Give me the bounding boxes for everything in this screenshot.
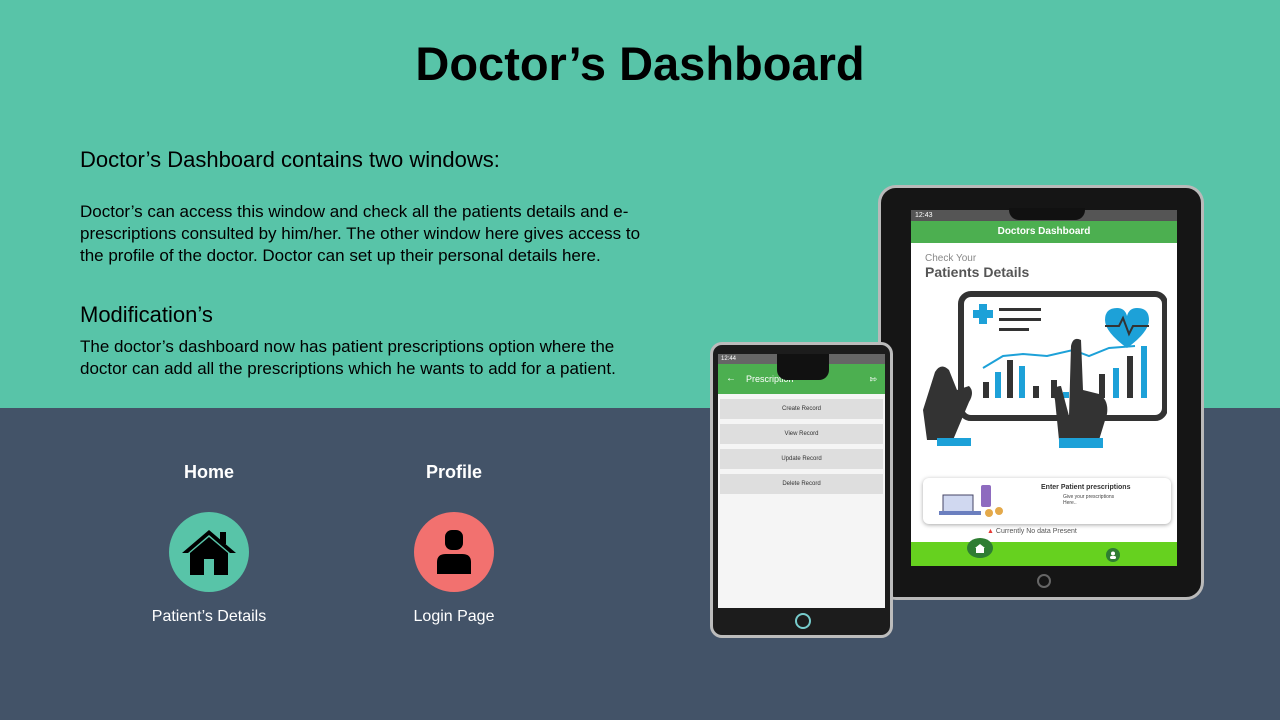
- card-subtitle: Give your prescriptions Here..: [1063, 494, 1115, 506]
- nav-profile: Profile Login Page: [374, 462, 534, 625]
- tablet-check-label: Check Your: [925, 253, 977, 264]
- tablet-mockup: 12:43 Doctors Dashboard Check Your Patie…: [878, 185, 1204, 600]
- tablet-appbar-title: Doctors Dashboard: [911, 221, 1177, 243]
- nav-profile-title: Profile: [425, 462, 482, 482]
- delete-record-button[interactable]: Delete Record: [720, 474, 883, 494]
- create-record-button[interactable]: Create Record: [720, 399, 883, 419]
- nav-home-subtitle: Patient’s Details: [151, 608, 267, 625]
- person-icon: [437, 530, 471, 574]
- tablet-home-key[interactable]: [1037, 574, 1051, 588]
- nav-home-title: Home: [183, 462, 234, 482]
- update-record-button[interactable]: Update Record: [720, 449, 883, 469]
- modifications-paragraph: The doctor’s dashboard now has patient p…: [80, 337, 616, 378]
- dashboard-illustration: [923, 291, 1167, 448]
- person-icon: [1110, 551, 1116, 559]
- phone-screen: 12:44 ← Prescription ⇰ Create Record Vie…: [718, 354, 885, 608]
- no-data-text: Currently No data Present: [995, 528, 1077, 535]
- tablet-camera-notch: [1009, 208, 1085, 220]
- tablet-home-tab[interactable]: [967, 538, 993, 558]
- logout-icon[interactable]: ⇰: [869, 364, 877, 394]
- description-paragraph: Doctor’s can access this window and chec…: [80, 202, 641, 265]
- back-arrow-icon[interactable]: ←: [726, 364, 736, 394]
- view-record-button[interactable]: View Record: [720, 424, 883, 444]
- tablet-screen: 12:43 Doctors Dashboard Check Your Patie…: [911, 210, 1177, 566]
- intro-text: Doctor’s Dashboard contains two windows:: [80, 147, 500, 172]
- warning-icon: ▲: [987, 528, 994, 535]
- tablet-bottom-nav: [911, 538, 1177, 566]
- tablet-profile-tab[interactable]: [1106, 548, 1120, 562]
- phone-mockup: 12:44 ← Prescription ⇰ Create Record Vie…: [710, 342, 893, 638]
- modifications-heading: Modification’s: [80, 302, 213, 327]
- profile-button[interactable]: [414, 512, 494, 592]
- nav-home: Home Patient’s Details: [129, 462, 289, 625]
- card-title: Enter Patient prescriptions: [1041, 484, 1131, 491]
- home-icon: [975, 543, 985, 553]
- phone-camera-notch: [777, 354, 829, 380]
- no-data-message: ▲ Currently No data Present: [987, 528, 1077, 535]
- page-title: Doctor’s Dashboard: [415, 37, 865, 90]
- home-icon: [182, 530, 236, 575]
- tablet-patients-label: Patients Details: [925, 264, 1030, 280]
- prescription-pills-icon: [939, 485, 1003, 517]
- enter-prescriptions-card[interactable]: Enter Patient prescriptions Give your pr…: [923, 478, 1171, 524]
- phone-home-key[interactable]: [795, 613, 811, 629]
- home-button[interactable]: [169, 512, 249, 592]
- nav-profile-subtitle: Login Page: [413, 608, 495, 625]
